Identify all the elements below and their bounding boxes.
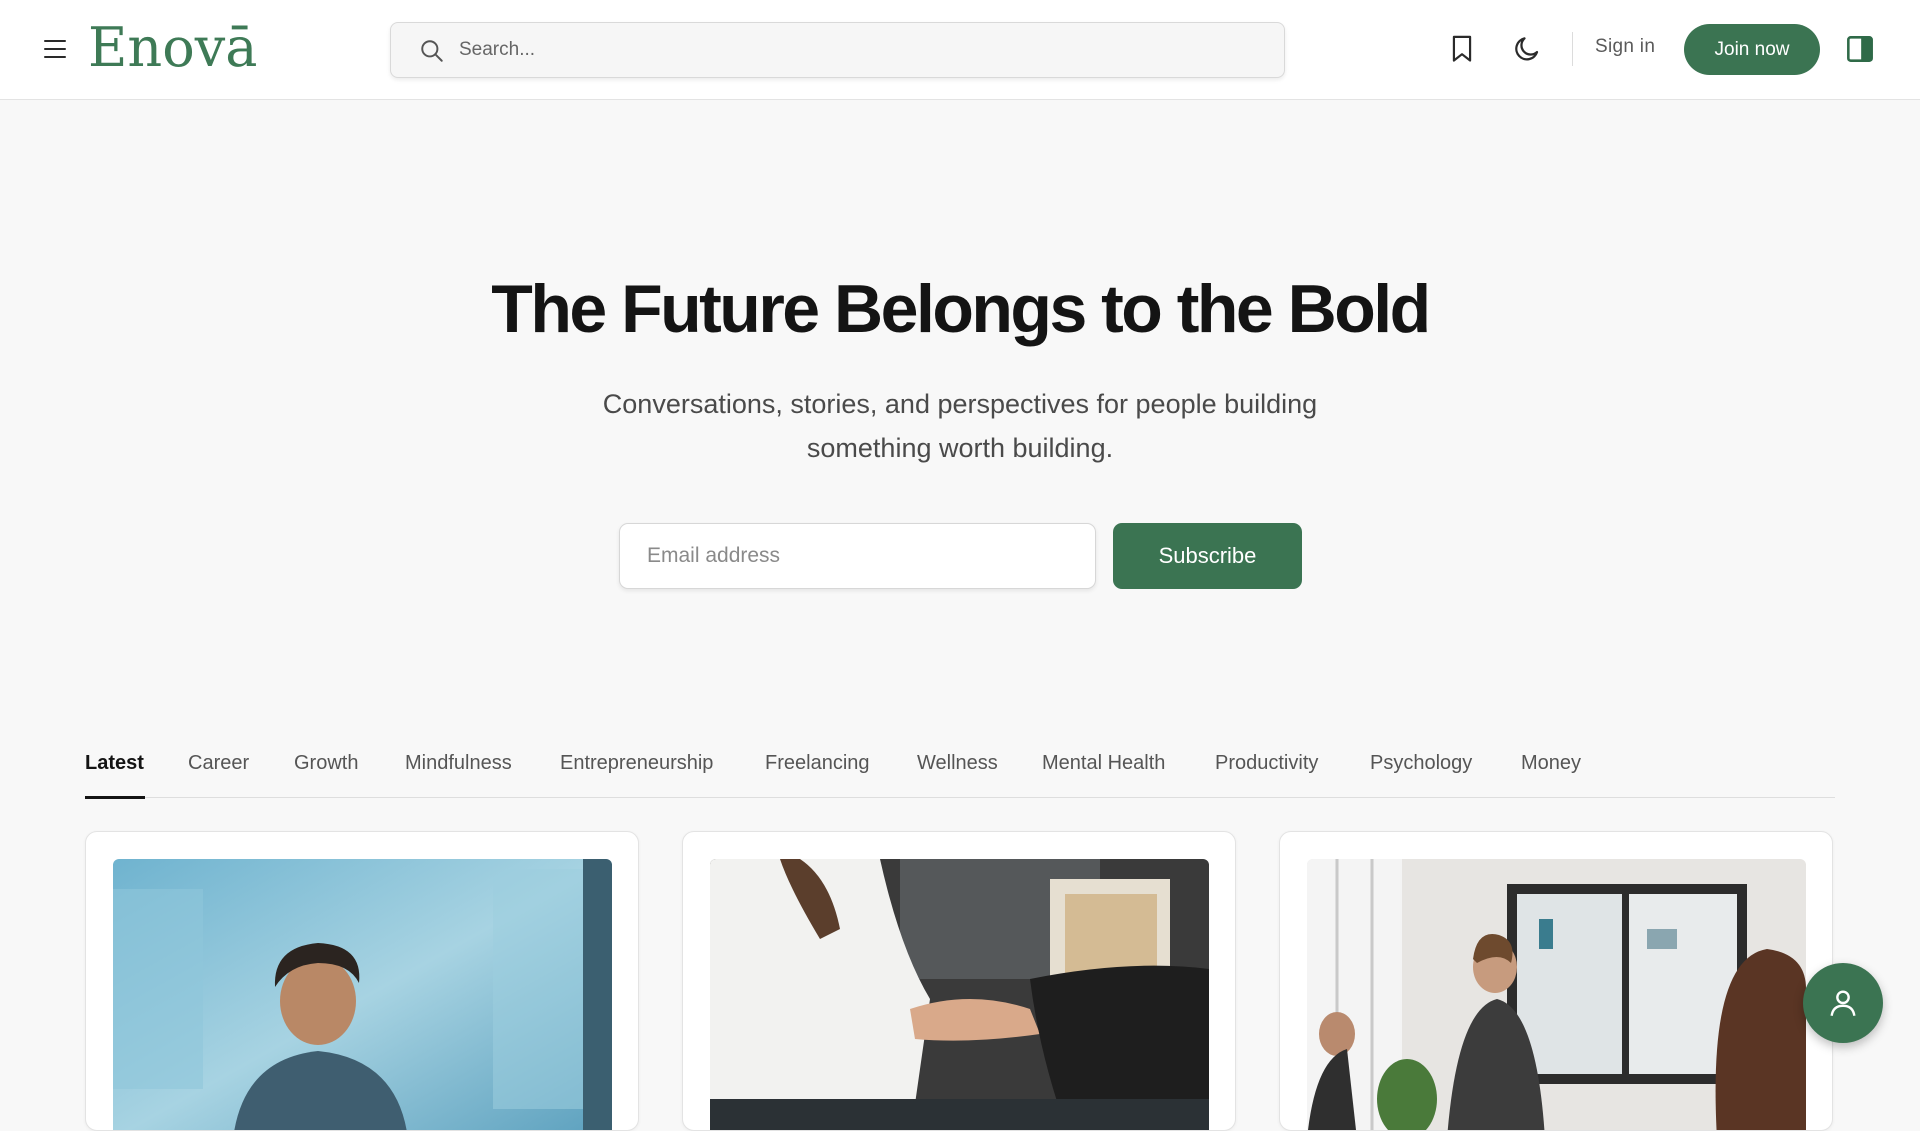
active-tab-indicator xyxy=(85,796,145,799)
tab-latest[interactable]: Latest xyxy=(85,752,144,775)
tab-wellness[interactable]: Wellness xyxy=(917,752,998,775)
tab-freelancing[interactable]: Freelancing xyxy=(765,752,870,775)
tab-productivity[interactable]: Productivity xyxy=(1215,752,1318,775)
article-image-whiteboard-presentation[interactable] xyxy=(1307,859,1806,1130)
article-card[interactable] xyxy=(1279,831,1833,1131)
bookmark-icon[interactable] xyxy=(1448,34,1476,64)
hero-subtitle: Conversations, stories, and perspectives… xyxy=(602,389,1318,463)
tab-psychology[interactable]: Psychology xyxy=(1370,752,1472,775)
category-tabs: Latest Career Growth Mindfulness Entrepr… xyxy=(85,740,1835,799)
tab-growth[interactable]: Growth xyxy=(294,752,358,775)
tab-entrepreneurship[interactable]: Entrepreneurship xyxy=(560,752,713,775)
tab-mental-health[interactable]: Mental Health xyxy=(1042,752,1165,775)
search-bar[interactable] xyxy=(390,22,1285,78)
account-floating-button[interactable] xyxy=(1803,963,1883,1043)
search-input[interactable] xyxy=(459,23,1259,77)
sidebar-panel-icon[interactable] xyxy=(1846,35,1874,63)
site-header: Enovā Sign in Join now xyxy=(0,0,1920,100)
article-card[interactable] xyxy=(85,831,639,1131)
hero-title: The Future Belongs to the Bold xyxy=(491,271,1431,347)
email-field[interactable] xyxy=(619,523,1096,589)
article-card[interactable] xyxy=(682,831,1236,1131)
article-image-handshake[interactable] xyxy=(710,859,1209,1130)
moon-icon[interactable] xyxy=(1512,34,1542,64)
logo[interactable]: Enovā xyxy=(88,18,257,78)
tab-mindfulness[interactable]: Mindfulness xyxy=(405,752,512,775)
menu-icon[interactable] xyxy=(40,36,70,62)
join-now-button[interactable]: Join now xyxy=(1684,24,1820,75)
user-icon xyxy=(1830,990,1856,1016)
tab-career[interactable]: Career xyxy=(188,752,249,775)
sign-in-link[interactable]: Sign in xyxy=(1595,36,1655,58)
tab-money[interactable]: Money xyxy=(1521,752,1581,775)
search-icon xyxy=(421,40,443,62)
header-divider xyxy=(1572,32,1573,66)
article-image-man-portrait[interactable] xyxy=(113,859,612,1130)
subscribe-button[interactable]: Subscribe xyxy=(1113,523,1302,589)
